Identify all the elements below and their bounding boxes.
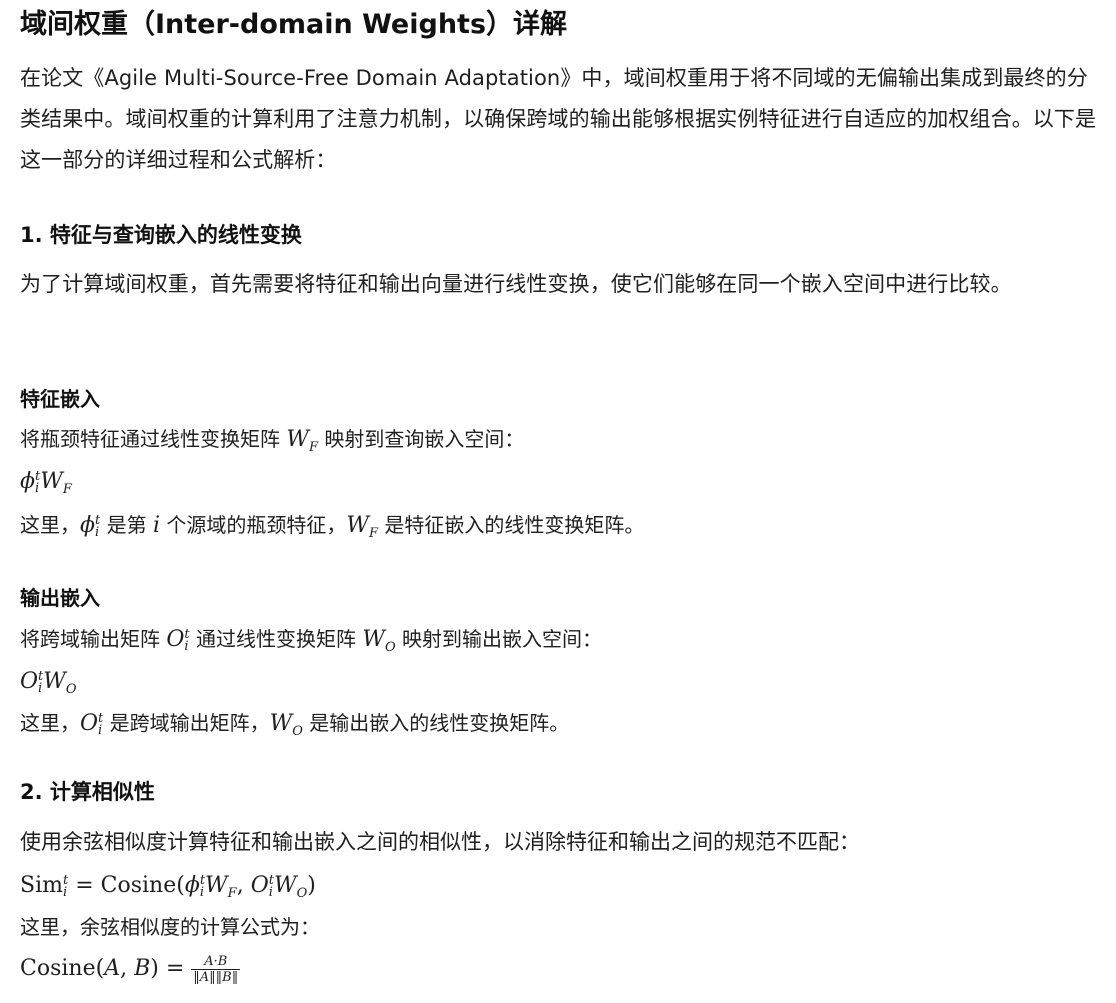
page-title: 域间权重（Inter-domain Weights）详解 xyxy=(20,9,568,40)
output-embedding-heading: 输出嵌入 xyxy=(20,586,100,610)
section-1-heading: 1. 特征与查询嵌入的线性变换 xyxy=(20,223,302,247)
feature-embedding-heading: 特征嵌入 xyxy=(20,387,100,411)
feature-embedding-formula: ϕ t i WF xyxy=(20,468,72,497)
section-2-paragraph: 使用余弦相似度计算特征和输出嵌入之间的相似性，以消除特征和输出之间的规范不匹配： xyxy=(20,830,860,854)
section-2-heading: 2. 计算相似性 xyxy=(20,780,155,804)
feature-embedding-explanation: 这里，ϕ t i 是第 i 个源域的瓶颈特征，WF 是特征嵌入的线性变换矩阵。 xyxy=(20,512,645,541)
document-page: 域间权重（Inter-domain Weights）详解 在论文《Agile M… xyxy=(0,0,1116,1003)
similarity-formula: Sim t i = Cosine(ϕ t i WF, Ot i WO) xyxy=(20,872,316,901)
math-W-F: WF xyxy=(286,427,319,455)
output-embedding-formula: Ot i WO xyxy=(20,668,77,697)
section-1-paragraph: 为了计算域间权重，首先需要将特征和输出向量进行线性变换，使它们能够在同一个嵌入空… xyxy=(20,272,1012,296)
cosine-formula: Cosine(A, B) = A·B ‖A‖‖B‖ xyxy=(20,954,241,985)
cosine-fraction: A·B ‖A‖‖B‖ xyxy=(191,954,241,985)
feature-embedding-line: 将瓶颈特征通过线性变换矩阵 WF 映射到查询嵌入空间： xyxy=(20,427,525,455)
output-embedding-explanation: 这里，O t i 是跨域输出矩阵，WO 是输出嵌入的线性变换矩阵。 xyxy=(20,710,570,739)
output-embedding-line: 将跨域输出矩阵 Oti 通过线性变换矩阵 WO 映射到输出嵌入空间： xyxy=(20,626,603,655)
intro-paragraph: 在论文《Agile Multi-Source-Free Domain Adapt… xyxy=(20,66,1097,172)
similarity-explanation: 这里，余弦相似度的计算公式为： xyxy=(20,915,320,939)
